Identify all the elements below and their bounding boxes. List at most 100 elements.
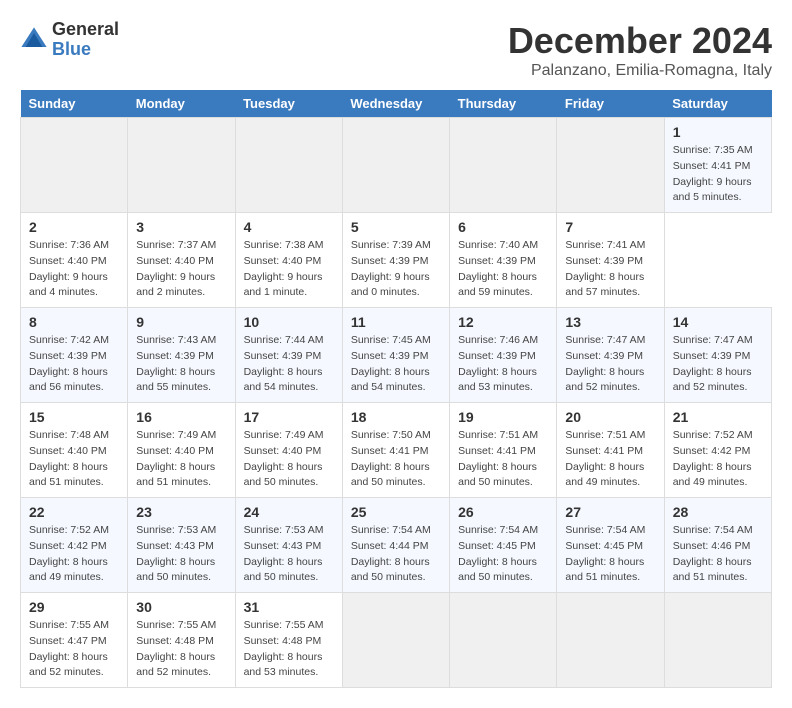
calendar-cell: 7 Sunrise: 7:41 AM Sunset: 4:39 PM Dayli… (557, 213, 664, 308)
day-of-week-header: Friday (557, 90, 664, 118)
header: General Blue December 2024 Palanzano, Em… (20, 20, 772, 80)
day-detail: Sunrise: 7:47 AM Sunset: 4:39 PM Dayligh… (673, 333, 763, 396)
day-detail: Sunrise: 7:53 AM Sunset: 4:43 PM Dayligh… (244, 523, 334, 586)
day-number: 31 (244, 599, 334, 615)
logo-icon (20, 26, 48, 54)
day-detail: Sunrise: 7:35 AM Sunset: 4:41 PM Dayligh… (673, 143, 763, 206)
day-number: 13 (565, 314, 655, 330)
day-number: 1 (673, 124, 763, 140)
calendar-cell: 1 Sunrise: 7:35 AM Sunset: 4:41 PM Dayli… (664, 118, 771, 213)
days-header-row: SundayMondayTuesdayWednesdayThursdayFrid… (21, 90, 772, 118)
calendar-cell (342, 593, 449, 688)
calendar-cell: 4 Sunrise: 7:38 AM Sunset: 4:40 PM Dayli… (235, 213, 342, 308)
calendar-cell: 9 Sunrise: 7:43 AM Sunset: 4:39 PM Dayli… (128, 308, 235, 403)
calendar-cell: 21 Sunrise: 7:52 AM Sunset: 4:42 PM Dayl… (664, 403, 771, 498)
day-detail: Sunrise: 7:36 AM Sunset: 4:40 PM Dayligh… (29, 238, 119, 301)
calendar-cell: 15 Sunrise: 7:48 AM Sunset: 4:40 PM Dayl… (21, 403, 128, 498)
day-detail: Sunrise: 7:43 AM Sunset: 4:39 PM Dayligh… (136, 333, 226, 396)
day-number: 6 (458, 219, 548, 235)
day-detail: Sunrise: 7:55 AM Sunset: 4:47 PM Dayligh… (29, 618, 119, 681)
calendar-cell: 11 Sunrise: 7:45 AM Sunset: 4:39 PM Dayl… (342, 308, 449, 403)
calendar-cell: 12 Sunrise: 7:46 AM Sunset: 4:39 PM Dayl… (450, 308, 557, 403)
calendar-cell: 20 Sunrise: 7:51 AM Sunset: 4:41 PM Dayl… (557, 403, 664, 498)
calendar-cell: 2 Sunrise: 7:36 AM Sunset: 4:40 PM Dayli… (21, 213, 128, 308)
calendar-cell: 13 Sunrise: 7:47 AM Sunset: 4:39 PM Dayl… (557, 308, 664, 403)
day-number: 3 (136, 219, 226, 235)
day-detail: Sunrise: 7:54 AM Sunset: 4:45 PM Dayligh… (565, 523, 655, 586)
calendar-cell (450, 593, 557, 688)
day-number: 27 (565, 504, 655, 520)
calendar-cell: 28 Sunrise: 7:54 AM Sunset: 4:46 PM Dayl… (664, 498, 771, 593)
day-detail: Sunrise: 7:54 AM Sunset: 4:44 PM Dayligh… (351, 523, 441, 586)
calendar-cell: 19 Sunrise: 7:51 AM Sunset: 4:41 PM Dayl… (450, 403, 557, 498)
day-number: 20 (565, 409, 655, 425)
calendar-cell: 8 Sunrise: 7:42 AM Sunset: 4:39 PM Dayli… (21, 308, 128, 403)
day-number: 11 (351, 314, 441, 330)
day-detail: Sunrise: 7:42 AM Sunset: 4:39 PM Dayligh… (29, 333, 119, 396)
day-number: 16 (136, 409, 226, 425)
day-number: 17 (244, 409, 334, 425)
day-number: 21 (673, 409, 763, 425)
day-detail: Sunrise: 7:37 AM Sunset: 4:40 PM Dayligh… (136, 238, 226, 301)
day-detail: Sunrise: 7:55 AM Sunset: 4:48 PM Dayligh… (136, 618, 226, 681)
day-number: 14 (673, 314, 763, 330)
calendar-cell: 16 Sunrise: 7:49 AM Sunset: 4:40 PM Dayl… (128, 403, 235, 498)
calendar-cell: 3 Sunrise: 7:37 AM Sunset: 4:40 PM Dayli… (128, 213, 235, 308)
subtitle: Palanzano, Emilia-Romagna, Italy (508, 62, 772, 80)
calendar-cell: 14 Sunrise: 7:47 AM Sunset: 4:39 PM Dayl… (664, 308, 771, 403)
day-number: 29 (29, 599, 119, 615)
calendar-cell: 6 Sunrise: 7:40 AM Sunset: 4:39 PM Dayli… (450, 213, 557, 308)
calendar-week-row: 2 Sunrise: 7:36 AM Sunset: 4:40 PM Dayli… (21, 213, 772, 308)
calendar-week-row: 8 Sunrise: 7:42 AM Sunset: 4:39 PM Dayli… (21, 308, 772, 403)
day-number: 12 (458, 314, 548, 330)
day-detail: Sunrise: 7:41 AM Sunset: 4:39 PM Dayligh… (565, 238, 655, 301)
calendar-cell: 27 Sunrise: 7:54 AM Sunset: 4:45 PM Dayl… (557, 498, 664, 593)
day-detail: Sunrise: 7:48 AM Sunset: 4:40 PM Dayligh… (29, 428, 119, 491)
day-detail: Sunrise: 7:49 AM Sunset: 4:40 PM Dayligh… (244, 428, 334, 491)
day-number: 2 (29, 219, 119, 235)
day-detail: Sunrise: 7:38 AM Sunset: 4:40 PM Dayligh… (244, 238, 334, 301)
main-title: December 2024 (508, 20, 772, 62)
day-number: 25 (351, 504, 441, 520)
calendar-cell: 25 Sunrise: 7:54 AM Sunset: 4:44 PM Dayl… (342, 498, 449, 593)
day-number: 24 (244, 504, 334, 520)
day-number: 23 (136, 504, 226, 520)
day-detail: Sunrise: 7:54 AM Sunset: 4:45 PM Dayligh… (458, 523, 548, 586)
day-number: 22 (29, 504, 119, 520)
day-number: 15 (29, 409, 119, 425)
day-number: 10 (244, 314, 334, 330)
day-detail: Sunrise: 7:53 AM Sunset: 4:43 PM Dayligh… (136, 523, 226, 586)
logo: General Blue (20, 20, 119, 60)
day-detail: Sunrise: 7:40 AM Sunset: 4:39 PM Dayligh… (458, 238, 548, 301)
day-number: 9 (136, 314, 226, 330)
day-detail: Sunrise: 7:52 AM Sunset: 4:42 PM Dayligh… (29, 523, 119, 586)
calendar-cell: 26 Sunrise: 7:54 AM Sunset: 4:45 PM Dayl… (450, 498, 557, 593)
day-detail: Sunrise: 7:49 AM Sunset: 4:40 PM Dayligh… (136, 428, 226, 491)
calendar-cell: 29 Sunrise: 7:55 AM Sunset: 4:47 PM Dayl… (21, 593, 128, 688)
day-of-week-header: Thursday (450, 90, 557, 118)
day-of-week-header: Wednesday (342, 90, 449, 118)
day-of-week-header: Tuesday (235, 90, 342, 118)
calendar-week-row: 22 Sunrise: 7:52 AM Sunset: 4:42 PM Dayl… (21, 498, 772, 593)
day-detail: Sunrise: 7:50 AM Sunset: 4:41 PM Dayligh… (351, 428, 441, 491)
day-detail: Sunrise: 7:45 AM Sunset: 4:39 PM Dayligh… (351, 333, 441, 396)
calendar-cell (557, 118, 664, 213)
day-detail: Sunrise: 7:55 AM Sunset: 4:48 PM Dayligh… (244, 618, 334, 681)
day-number: 7 (565, 219, 655, 235)
calendar-cell: 31 Sunrise: 7:55 AM Sunset: 4:48 PM Dayl… (235, 593, 342, 688)
calendar-cell (557, 593, 664, 688)
calendar-cell (21, 118, 128, 213)
calendar-cell: 18 Sunrise: 7:50 AM Sunset: 4:41 PM Dayl… (342, 403, 449, 498)
day-number: 18 (351, 409, 441, 425)
day-detail: Sunrise: 7:47 AM Sunset: 4:39 PM Dayligh… (565, 333, 655, 396)
logo-general-text: General (52, 19, 119, 39)
day-detail: Sunrise: 7:54 AM Sunset: 4:46 PM Dayligh… (673, 523, 763, 586)
calendar-cell: 23 Sunrise: 7:53 AM Sunset: 4:43 PM Dayl… (128, 498, 235, 593)
day-number: 5 (351, 219, 441, 235)
day-detail: Sunrise: 7:52 AM Sunset: 4:42 PM Dayligh… (673, 428, 763, 491)
calendar-table: SundayMondayTuesdayWednesdayThursdayFrid… (20, 90, 772, 688)
day-detail: Sunrise: 7:51 AM Sunset: 4:41 PM Dayligh… (458, 428, 548, 491)
calendar-cell: 30 Sunrise: 7:55 AM Sunset: 4:48 PM Dayl… (128, 593, 235, 688)
day-number: 4 (244, 219, 334, 235)
calendar-week-row: 29 Sunrise: 7:55 AM Sunset: 4:47 PM Dayl… (21, 593, 772, 688)
